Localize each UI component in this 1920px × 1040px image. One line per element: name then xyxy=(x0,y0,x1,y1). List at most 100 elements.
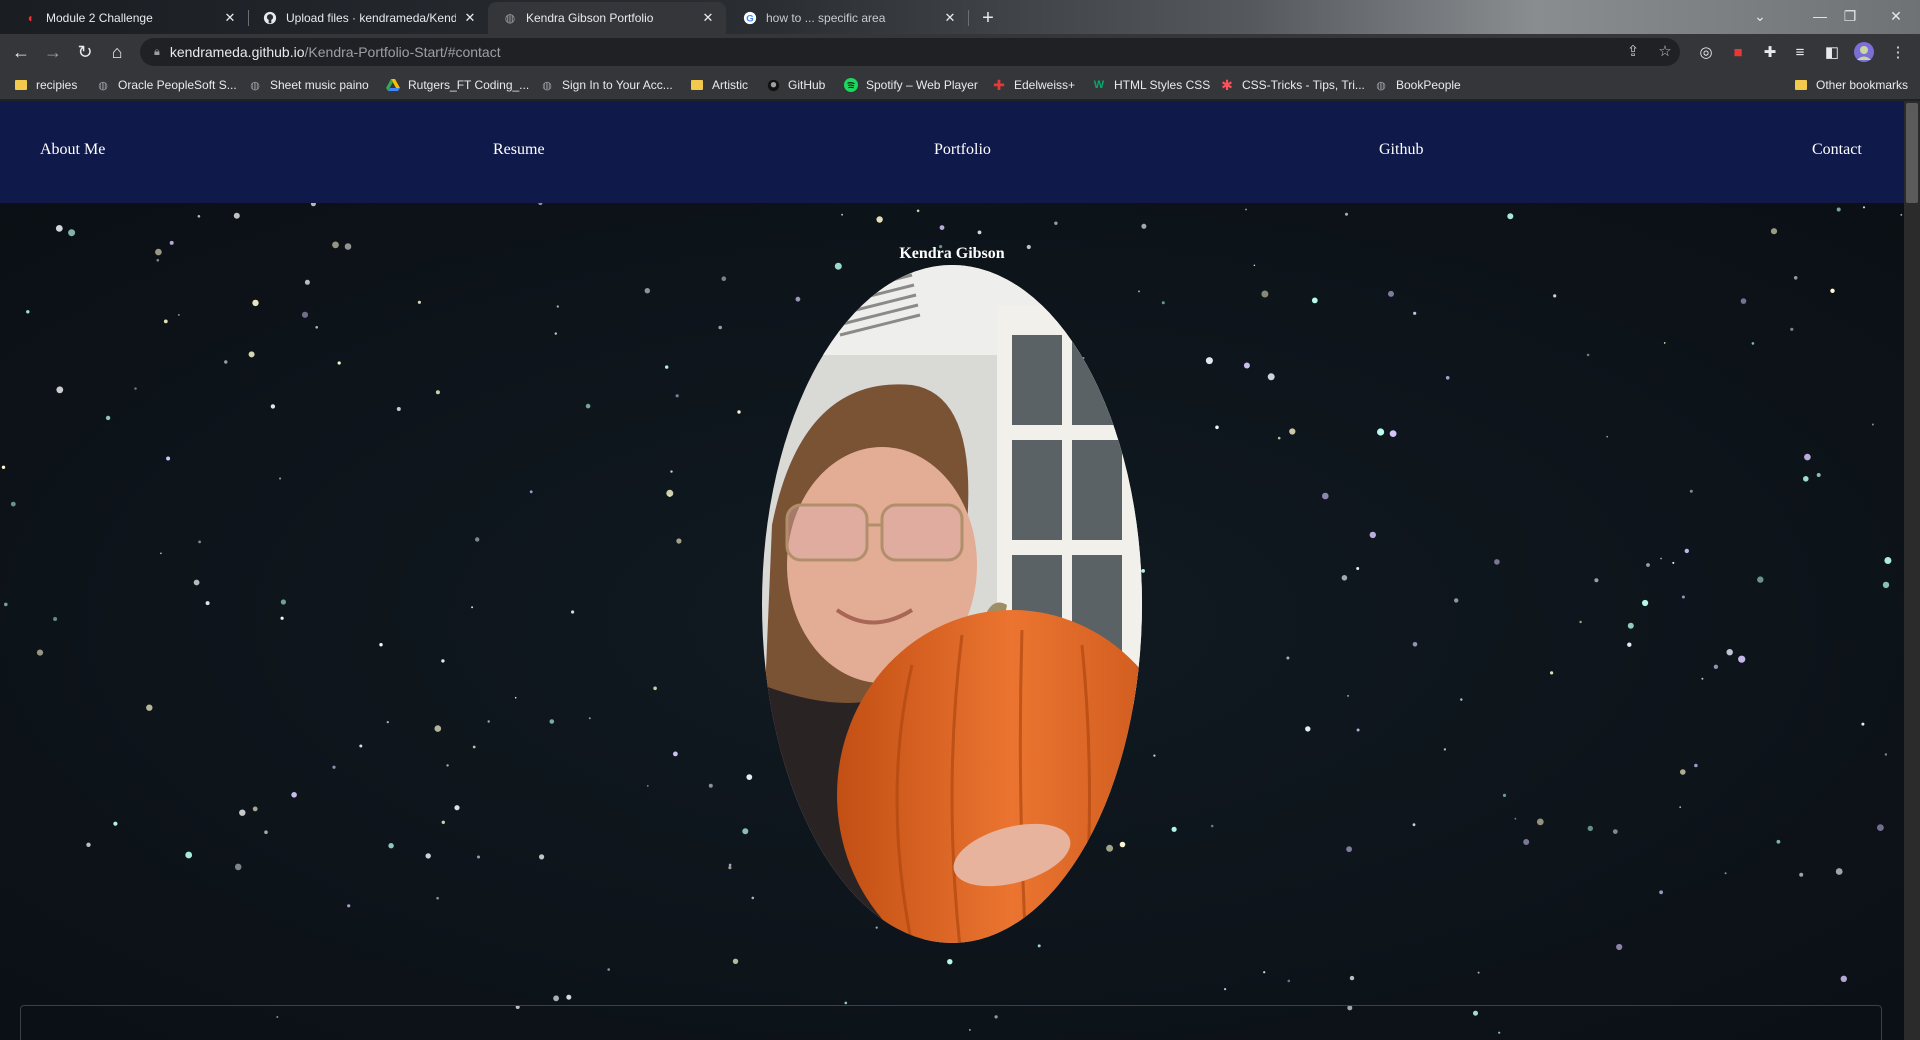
glitter-sparkle xyxy=(514,696,517,699)
glitter-sparkle xyxy=(475,537,480,542)
glitter-sparkle xyxy=(337,361,341,365)
share-icon[interactable]: ⇪ xyxy=(1622,40,1644,62)
glitter-sparkle xyxy=(1341,575,1348,581)
tab-google-search[interactable]: G how to ... specific area ✕ xyxy=(728,2,969,34)
lock-icon[interactable]: 🔒︎ xyxy=(154,46,160,59)
glitter-sparkle xyxy=(1799,872,1804,877)
nav-resume[interactable]: Resume xyxy=(493,141,545,159)
glitter-sparkle xyxy=(386,721,389,724)
glitter-sparkle xyxy=(1356,728,1360,732)
media-control-icon[interactable]: ≡ xyxy=(1788,40,1812,64)
tab-upload-files[interactable]: Upload files · kendrameda/Kendi ✕ xyxy=(248,2,488,34)
glitter-sparkle xyxy=(454,805,460,811)
glitter-sparkle xyxy=(1224,988,1227,991)
extension-glasses-icon[interactable]: ◎ xyxy=(1694,40,1718,64)
page-scrollbar[interactable] xyxy=(1904,101,1920,1040)
new-tab-button[interactable]: + xyxy=(976,6,1000,30)
tab-kendra-gibson-portfolio[interactable]: ◍ Kendra Gibson Portfolio ✕ xyxy=(488,2,726,34)
tab-search-icon[interactable]: ⌄ xyxy=(1740,4,1780,28)
glitter-sparkle xyxy=(347,904,351,908)
bookmark-html-styles[interactable]: W HTML Styles CSS xyxy=(1092,75,1210,95)
restore-button[interactable]: ❐ xyxy=(1830,4,1870,28)
nav-contact[interactable]: Contact xyxy=(1812,141,1862,159)
page-viewport: About Me Resume Portfolio Github Contact… xyxy=(0,101,1920,1040)
close-icon[interactable]: ✕ xyxy=(222,10,238,26)
glitter-sparkle xyxy=(1346,846,1352,853)
close-window-button[interactable]: ✕ xyxy=(1876,4,1916,28)
profile-avatar[interactable] xyxy=(1852,40,1876,64)
glitter-sparkle xyxy=(841,213,843,216)
extension-red-icon[interactable]: ■ xyxy=(1726,40,1750,64)
glitter-sparkle xyxy=(472,745,476,749)
glitter-sparkle xyxy=(1369,531,1377,539)
glitter-sparkle xyxy=(1803,476,1809,482)
hero-name: Kendra Gibson xyxy=(899,245,1005,262)
bookmark-label: Other bookmarks xyxy=(1816,78,1909,92)
other-bookmarks[interactable]: Other bookmarks xyxy=(1794,75,1908,95)
url-host: kendrameda.github.io xyxy=(169,44,305,60)
glitter-sparkle xyxy=(947,959,953,965)
close-icon[interactable]: ✕ xyxy=(462,10,478,26)
glitter-sparkle xyxy=(279,477,282,480)
address-bar[interactable]: 🔒︎ kendrameda.github.io /Kendra-Portfoli… xyxy=(140,38,1680,66)
bookmark-sign-in[interactable]: ◍ Sign In to Your Acc... xyxy=(540,75,673,95)
side-panel-icon[interactable]: ◧ xyxy=(1820,40,1844,64)
glitter-sparkle xyxy=(26,310,30,314)
glitter-sparkle xyxy=(732,958,739,964)
close-icon[interactable]: ✕ xyxy=(942,10,958,26)
glitter-sparkle xyxy=(1884,753,1888,756)
nav-about-me[interactable]: About Me xyxy=(40,141,105,159)
glitter-sparkle xyxy=(68,229,76,237)
tab-module-2-challenge[interactable]: ◖ Module 2 Challenge ✕ xyxy=(8,2,249,34)
bookmark-artistic[interactable]: Artistic xyxy=(690,75,748,95)
glitter-sparkle xyxy=(588,717,591,720)
bookmark-rutgers-coding[interactable]: Rutgers_FT Coding_... xyxy=(386,75,529,95)
bookmark-star-icon[interactable]: ☆ xyxy=(1654,40,1676,62)
bookmark-spotify[interactable]: Spotify – Web Player xyxy=(844,75,978,95)
glitter-sparkle xyxy=(435,390,440,395)
glitter-sparkle xyxy=(86,842,91,847)
bookmark-oracle-peoplesoft[interactable]: ◍ Oracle PeopleSoft S... xyxy=(96,75,237,95)
menu-kebab-icon[interactable]: ⋮ xyxy=(1886,40,1910,64)
glitter-sparkle xyxy=(1322,492,1329,500)
glitter-sparkle xyxy=(1514,817,1517,820)
back-button[interactable]: ← xyxy=(8,39,34,65)
glitter-sparkle xyxy=(166,456,171,461)
glitter-sparkle xyxy=(939,225,945,230)
bookmark-bookpeople[interactable]: ◍ BookPeople xyxy=(1374,75,1461,95)
glitter-sparkle xyxy=(1289,428,1296,435)
globe-icon: ◍ xyxy=(542,79,552,92)
close-icon[interactable]: ✕ xyxy=(700,10,716,26)
extensions-puzzle-icon[interactable]: ✚ xyxy=(1758,40,1782,64)
tab-title: Upload files · kendrameda/Kendi xyxy=(286,11,456,25)
glitter-sparkle xyxy=(1494,559,1500,565)
glitter-sparkle xyxy=(1694,763,1698,768)
nav-portfolio[interactable]: Portfolio xyxy=(934,141,991,159)
bookmark-css-tricks[interactable]: ✱ CSS-Tricks - Tips, Tri... xyxy=(1220,75,1365,95)
tab-title: Kendra Gibson Portfolio xyxy=(526,11,654,25)
bookmark-github[interactable]: GitHub xyxy=(766,75,825,95)
glitter-sparkle xyxy=(1553,294,1557,298)
glitter-sparkle xyxy=(1205,357,1213,365)
bookmark-sheet-music[interactable]: ◍ Sheet music paino xyxy=(248,75,369,95)
glitter-sparkle xyxy=(252,299,259,307)
glitter-sparkle xyxy=(55,225,63,232)
glitter-sparkle xyxy=(1724,872,1727,875)
reload-button[interactable]: ↻ xyxy=(72,39,98,65)
glitter-sparkle xyxy=(1445,376,1450,380)
nav-github[interactable]: Github xyxy=(1379,141,1423,159)
forward-button[interactable]: → xyxy=(40,39,66,65)
home-button[interactable]: ⌂ xyxy=(104,39,130,65)
scrollbar-thumb[interactable] xyxy=(1906,103,1918,203)
glitter-sparkle xyxy=(666,489,674,497)
glitter-sparkle xyxy=(224,360,228,364)
globe-icon: ◍ xyxy=(98,79,108,92)
glitter-sparkle xyxy=(1877,824,1884,831)
bookmark-label: Oracle PeopleSoft S... xyxy=(118,78,237,92)
bookmark-edelweiss[interactable]: ✚ Edelweiss+ xyxy=(992,75,1075,95)
glitter-sparkle xyxy=(1713,664,1719,669)
glitter-sparkle xyxy=(1502,793,1507,798)
globe-icon: ◍ xyxy=(504,11,516,25)
bookmark-recipies[interactable]: recipies xyxy=(14,75,77,95)
glitter-sparkle xyxy=(1900,214,1903,216)
